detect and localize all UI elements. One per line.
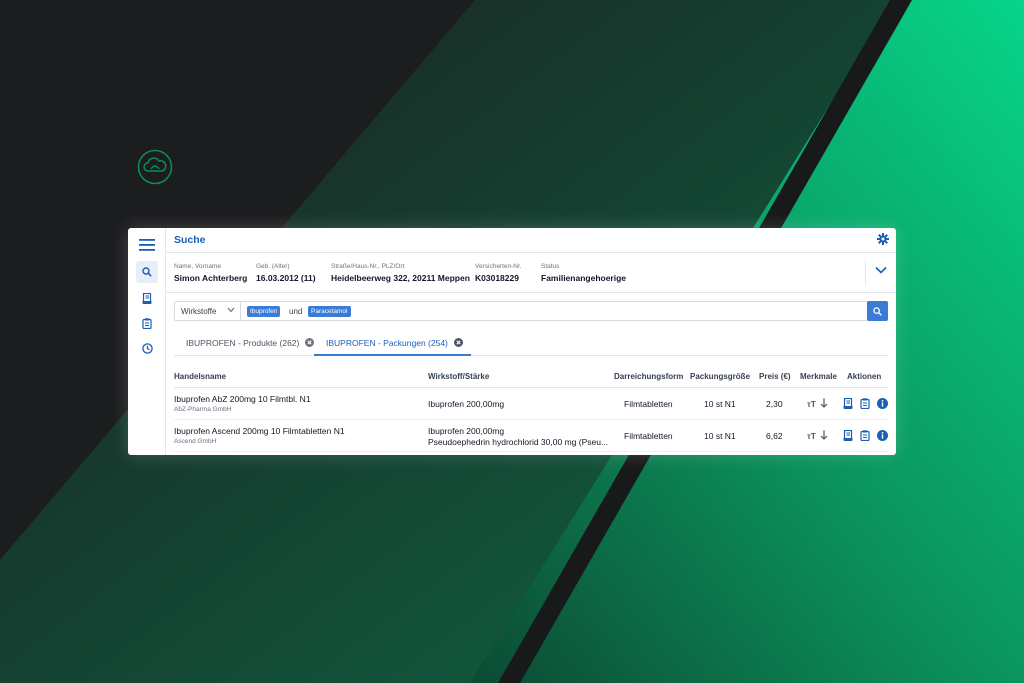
patient-dob-value: 16.03.2012 (11) [256,273,316,283]
tab-produkte[interactable]: IBUPROFEN - Produkte (262) [186,338,315,356]
gear-icon[interactable] [877,233,889,245]
font-size-icon: тT [807,432,816,440]
patient-address-value: Heidelbeerweg 322, 20211 Meppen [331,273,470,283]
product-form: Filmtabletten [624,399,673,409]
tab-label: IBUPROFEN - Packungen (254) [326,338,448,348]
product-price: 2,30 [766,399,783,409]
chevron-down-icon[interactable] [875,266,887,274]
arrow-down-icon [820,398,828,408]
tab-label: IBUPROFEN - Produkte (262) [186,338,300,348]
patient-name: Name, Vorname Simon Achterberg [174,263,247,283]
sidebar-item-book[interactable] [136,287,158,309]
font-size-icon: тT [807,400,816,408]
hamburger-menu-icon[interactable] [136,234,158,256]
product-maker: AbZ-Pharma GmbH [174,406,232,413]
arrow-down-icon [820,430,828,440]
patient-status-value: Familienangehoerige [541,273,627,283]
svg-text:тT: тT [807,400,816,408]
search-connector: und [289,307,303,316]
patient-status: Status Familienangehoerige [541,263,626,283]
sidebar [128,228,166,455]
search-bar: Wirkstoffe Ibuprofen und Paracetamol [174,301,888,321]
product-name: Ibuprofen Ascend 200mg 10 Filmtabletten … [174,426,345,436]
product-price: 6,62 [766,431,783,441]
column-header-substance[interactable]: Wirkstoff/Stärke [428,372,489,381]
info-icon[interactable] [877,430,888,441]
book-icon[interactable] [843,398,853,409]
sidebar-item-clipboard[interactable] [136,312,158,334]
product-form: Filmtabletten [624,431,673,441]
divider [865,261,866,285]
table-row[interactable]: Ibuprofen AbZ 200mg 10 Filmtbl. N1 AbZ-P… [174,388,888,420]
info-icon[interactable] [877,398,888,409]
product-maker: Ascend GmbH [174,438,217,445]
clock-icon [141,342,153,354]
patient-insurance-label: Versicherten-Nr. [475,263,522,270]
tab-packungen[interactable]: IBUPROFEN - Packungen (254) [314,338,471,356]
svg-text:тT: тT [807,432,816,440]
chevron-down-icon [227,307,235,313]
app-window: Suche Name, Vorname Simon Achterberg Geb… [128,228,896,455]
filter-select-value: Wirkstoffe [181,307,217,316]
clipboard-icon [142,317,152,329]
column-header-size[interactable]: Packungsgröße [690,372,750,381]
column-header-actions: Aktionen [847,372,882,381]
patient-address-label: Straße/Haus-Nr., PLZ/Ort [331,263,405,270]
patient-name-label: Name, Vorname [174,263,221,270]
result-tabs: IBUPROFEN - Produkte (262) IBUPROFEN - P… [174,334,888,356]
product-substance-secondary: Pseudoephedrin hydrochlorid 30,00 mg (Ps… [428,437,609,447]
search-icon [873,306,882,316]
cloud-logo-icon [137,149,173,185]
column-header-features: Merkmale [800,372,837,381]
patient-dob: Geb. (Alter) 16.03.2012 (11) [256,263,316,283]
column-header-name[interactable]: Handelsname [174,372,226,381]
topbar: Suche [166,228,896,253]
patient-status-label: Status [541,263,560,270]
search-chip-ibuprofen[interactable]: Ibuprofen [247,306,281,317]
book-icon [142,292,152,304]
search-chip-paracetamol[interactable]: Paracetamol [308,306,351,317]
filter-select[interactable]: Wirkstoffe [175,302,241,320]
table-header: Handelsname Wirkstoff/Stärke Darreichung… [174,365,888,388]
column-header-form[interactable]: Darreichungsform [614,372,683,381]
search-button[interactable] [867,301,888,321]
patient-address: Straße/Haus-Nr., PLZ/Ort Heidelbeerweg 3… [331,263,470,283]
patient-info-bar: Name, Vorname Simon Achterberg Geb. (Alt… [166,253,896,293]
page-title: Suche [174,234,206,246]
product-size: 10 st N1 [704,399,736,409]
product-name: Ibuprofen AbZ 200mg 10 Filmtbl. N1 [174,394,311,404]
column-header-price[interactable]: Preis (€) [759,372,791,381]
sidebar-item-search[interactable] [136,261,158,283]
patient-insurance-value: K03018229 [475,273,519,283]
clipboard-icon[interactable] [860,398,870,409]
patient-insurance: Versicherten-Nr. K03018229 [475,263,522,283]
results-table: Handelsname Wirkstoff/Stärke Darreichung… [174,365,888,452]
main-content: Suche Name, Vorname Simon Achterberg Geb… [166,228,896,455]
sidebar-item-history[interactable] [136,337,158,359]
book-icon[interactable] [843,430,853,441]
table-row[interactable]: Ibuprofen Ascend 200mg 10 Filmtabletten … [174,420,888,452]
patient-dob-label: Geb. (Alter) [256,263,290,270]
close-icon[interactable] [453,338,463,347]
product-substance: Ibuprofen 200,00mg [428,399,505,409]
clipboard-icon[interactable] [860,430,870,441]
search-icon [142,267,152,277]
product-substance: Ibuprofen 200,00mg [428,426,505,436]
product-size: 10 st N1 [704,431,736,441]
patient-name-value: Simon Achterberg [174,273,248,283]
